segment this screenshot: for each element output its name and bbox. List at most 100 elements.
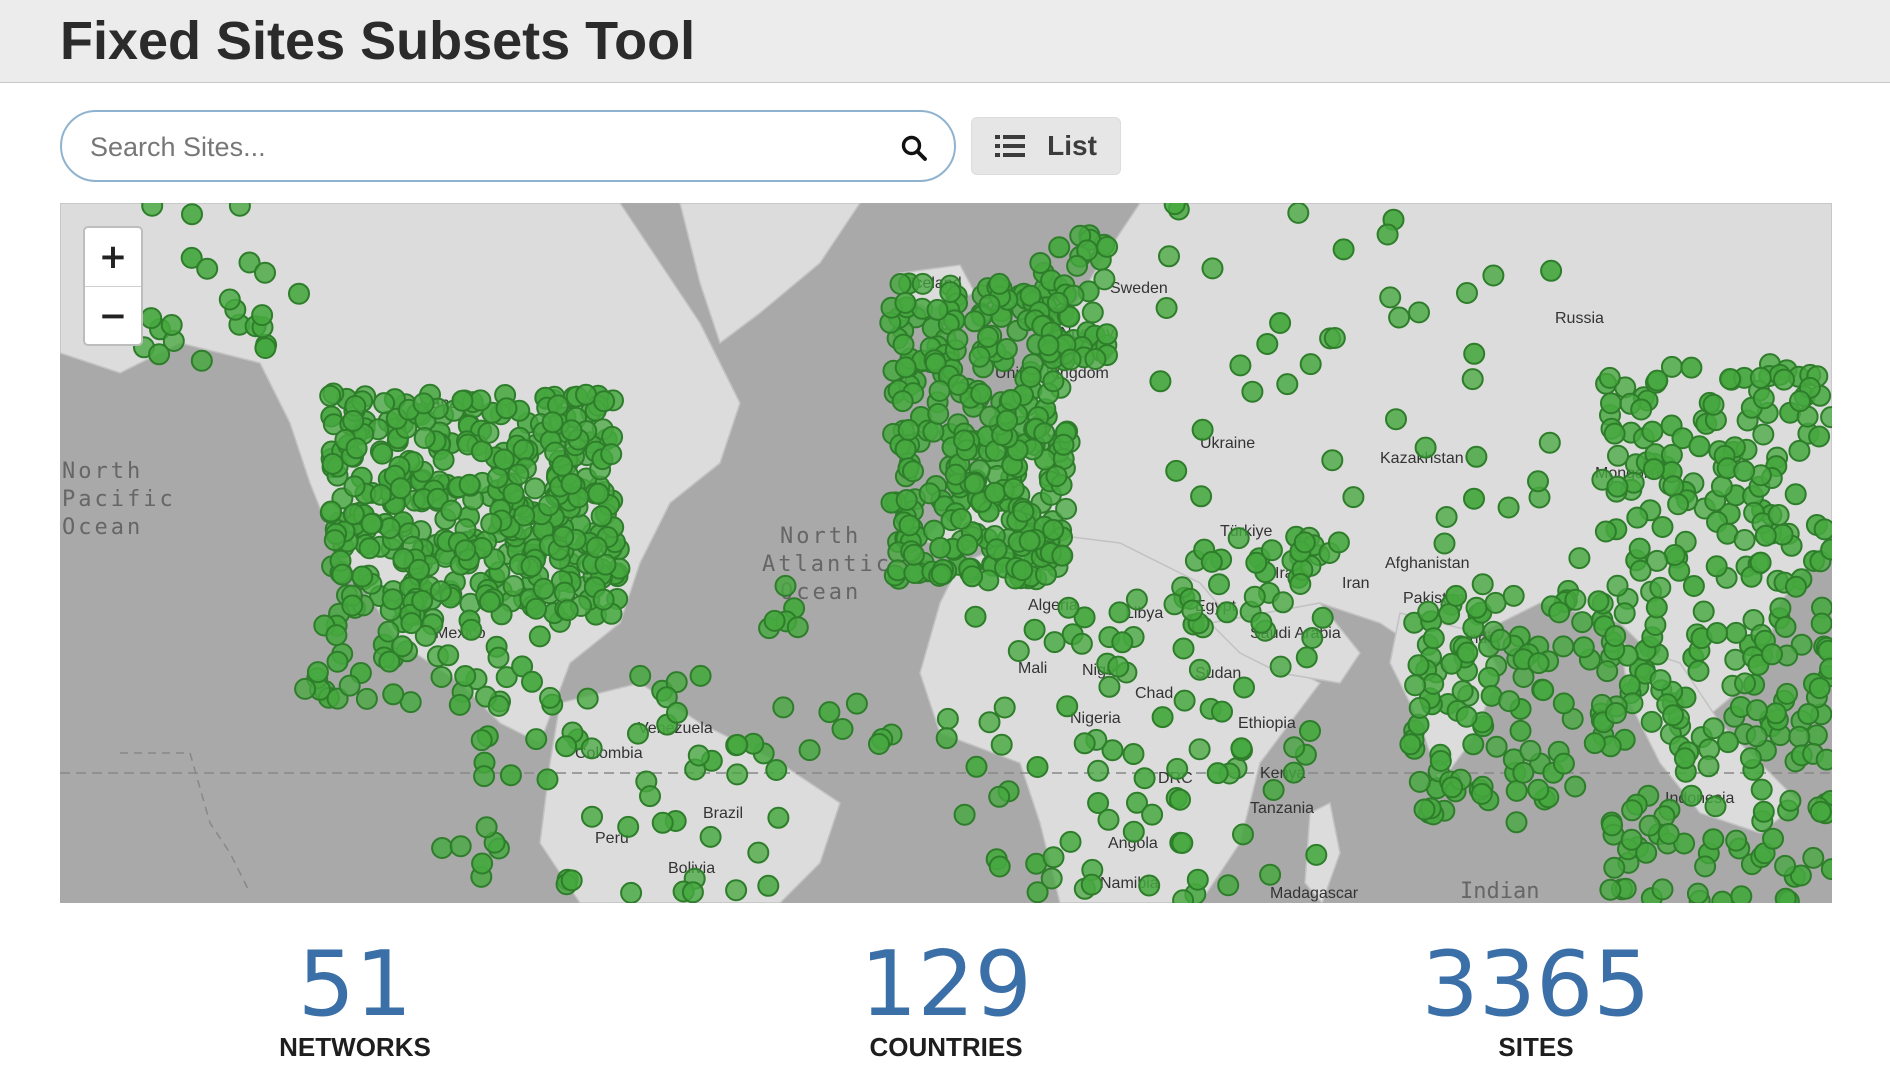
site-marker[interactable] (1455, 705, 1478, 728)
site-marker[interactable] (592, 588, 615, 611)
site-marker[interactable] (1408, 696, 1431, 719)
site-marker[interactable] (1098, 675, 1121, 698)
site-marker[interactable] (726, 733, 749, 756)
site-marker[interactable] (413, 427, 436, 449)
site-marker[interactable] (521, 670, 543, 693)
site-marker[interactable] (1056, 695, 1079, 718)
site-marker[interactable] (1385, 408, 1407, 431)
site-marker[interactable] (1051, 544, 1074, 567)
search-button[interactable] (892, 126, 936, 170)
site-marker[interactable] (953, 803, 976, 826)
site-marker[interactable] (1603, 856, 1626, 879)
site-marker[interactable] (1484, 591, 1507, 614)
site-marker[interactable] (963, 472, 986, 495)
site-marker[interactable] (1673, 747, 1696, 770)
list-view-button[interactable]: List (971, 117, 1121, 175)
site-marker[interactable] (294, 677, 317, 700)
site-marker[interactable] (1190, 485, 1213, 508)
site-marker[interactable] (894, 356, 917, 379)
site-marker[interactable] (1012, 500, 1035, 523)
site-marker[interactable] (1208, 573, 1230, 596)
site-marker[interactable] (1628, 537, 1651, 560)
site-marker[interactable] (1456, 641, 1479, 664)
site-marker[interactable] (1232, 823, 1254, 846)
site-marker[interactable] (539, 686, 561, 709)
site-marker[interactable] (1018, 529, 1041, 552)
site-marker[interactable] (1217, 874, 1240, 897)
site-marker[interactable] (575, 383, 597, 406)
site-marker[interactable] (1019, 366, 1042, 388)
site-marker[interactable] (430, 666, 453, 688)
site-marker[interactable] (1059, 348, 1082, 371)
site-marker[interactable] (725, 879, 748, 902)
site-marker[interactable] (894, 438, 917, 461)
site-marker[interactable] (528, 625, 551, 648)
site-marker[interactable] (1465, 445, 1488, 468)
site-marker[interactable] (1035, 563, 1057, 586)
site-marker[interactable] (1725, 829, 1748, 852)
site-marker[interactable] (1172, 637, 1195, 660)
site-marker[interactable] (1638, 814, 1661, 837)
site-marker[interactable] (1323, 327, 1346, 349)
site-marker[interactable] (525, 597, 548, 620)
site-marker[interactable] (1269, 655, 1292, 678)
site-marker[interactable] (928, 380, 951, 402)
site-marker[interactable] (993, 696, 1016, 719)
site-marker[interactable] (1540, 259, 1563, 282)
site-marker[interactable] (360, 512, 383, 535)
site-marker[interactable] (1621, 799, 1644, 822)
site-marker[interactable] (902, 543, 925, 566)
site-marker[interactable] (1404, 674, 1427, 697)
site-marker[interactable] (160, 314, 183, 336)
site-marker[interactable] (378, 650, 401, 673)
site-marker[interactable] (1733, 529, 1756, 551)
site-marker[interactable] (1788, 725, 1811, 748)
site-marker[interactable] (1445, 584, 1468, 607)
site-marker[interactable] (1682, 575, 1705, 597)
site-marker[interactable] (1002, 477, 1025, 500)
site-marker[interactable] (487, 646, 510, 669)
site-marker[interactable] (1564, 775, 1587, 798)
site-marker[interactable] (342, 503, 365, 526)
site-marker[interactable] (537, 494, 560, 517)
site-marker[interactable] (1429, 750, 1452, 772)
site-marker[interactable] (964, 605, 987, 628)
site-marker[interactable] (1057, 596, 1080, 619)
site-marker[interactable] (1749, 366, 1772, 389)
site-marker[interactable] (345, 437, 368, 460)
site-marker[interactable] (1376, 223, 1399, 246)
site-marker[interactable] (1169, 788, 1191, 811)
site-marker[interactable] (536, 768, 559, 791)
site-marker[interactable] (1327, 531, 1350, 554)
site-marker[interactable] (1717, 731, 1739, 754)
site-marker[interactable] (551, 454, 574, 477)
site-marker[interactable] (1596, 660, 1619, 683)
site-marker[interactable] (894, 291, 917, 314)
site-marker[interactable] (432, 448, 455, 471)
site-marker[interactable] (1583, 732, 1606, 755)
site-marker[interactable] (448, 693, 471, 716)
site-marker[interactable] (1070, 632, 1093, 655)
site-marker[interactable] (1750, 778, 1773, 801)
site-marker[interactable] (1171, 832, 1194, 854)
site-marker[interactable] (1552, 752, 1575, 775)
site-marker[interactable] (512, 438, 535, 461)
site-marker[interactable] (470, 440, 493, 463)
site-marker[interactable] (469, 389, 492, 412)
site-marker[interactable] (1093, 268, 1116, 291)
site-marker[interactable] (1029, 252, 1052, 274)
site-marker[interactable] (1629, 559, 1652, 582)
site-marker[interactable] (1095, 323, 1118, 346)
site-marker[interactable] (1462, 733, 1485, 756)
site-marker[interactable] (1572, 636, 1595, 659)
site-marker[interactable] (1011, 559, 1034, 582)
site-marker[interactable] (321, 452, 344, 475)
site-marker[interactable] (763, 609, 786, 632)
site-marker[interactable] (585, 536, 608, 559)
site-marker[interactable] (1172, 889, 1195, 903)
site-marker[interactable] (478, 590, 501, 613)
zoom-in-button[interactable]: + (85, 228, 141, 287)
site-marker[interactable] (1761, 643, 1783, 666)
site-marker[interactable] (1299, 353, 1322, 376)
site-marker[interactable] (552, 525, 575, 548)
